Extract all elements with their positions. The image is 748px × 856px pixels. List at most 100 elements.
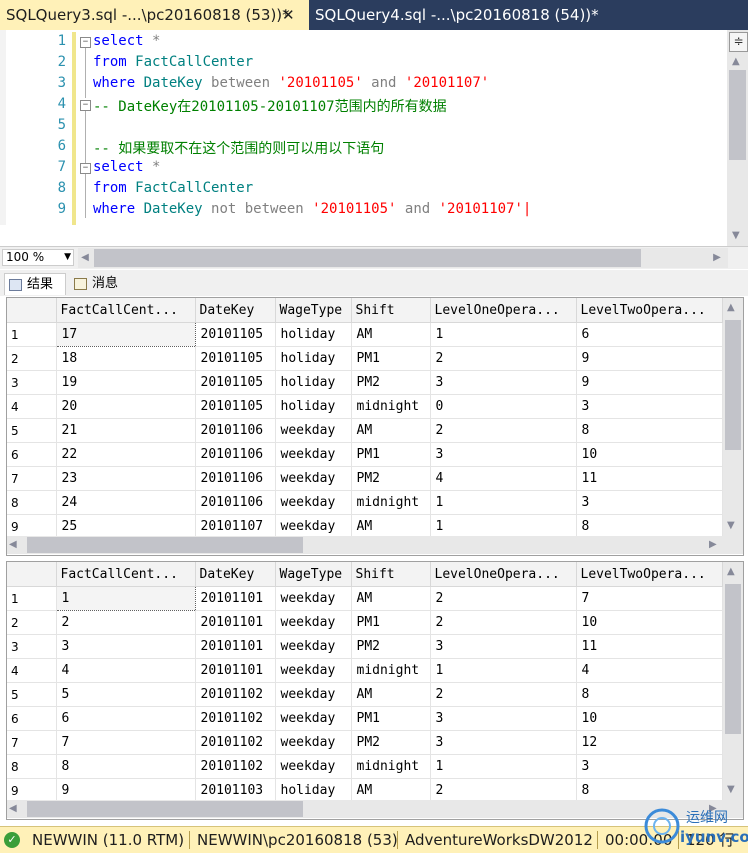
table-cell[interactable]: 17 — [55, 322, 196, 347]
row-number[interactable]: 2 — [7, 346, 57, 371]
table-cell[interactable]: AM — [351, 418, 431, 443]
row-number[interactable]: 6 — [7, 442, 57, 467]
table-cell[interactable]: 20101102 — [195, 706, 276, 731]
table-cell[interactable]: 20101102 — [195, 754, 276, 779]
column-header[interactable]: LevelTwoOpera... — [576, 562, 723, 587]
table-row[interactable]: 9 9 20101103 holiday AM 2 8 — [7, 778, 723, 803]
row-number[interactable]: 8 — [7, 490, 57, 515]
scroll-down-icon[interactable]: ▼ — [732, 230, 740, 241]
grid2-horizontal-scrollbar[interactable]: ◀ ▶ — [7, 800, 743, 818]
table-cell[interactable]: 2 — [430, 586, 577, 611]
table-cell[interactable]: 25 — [56, 514, 196, 539]
table-row[interactable]: 1 17 20101105 holiday AM 1 6 — [7, 322, 723, 347]
row-number-header[interactable] — [7, 298, 57, 323]
scroll-up-icon[interactable]: ▲ — [727, 302, 735, 313]
table-cell[interactable]: 20101105 — [195, 346, 276, 371]
tab-sqlquery3[interactable]: SQLQuery3.sql -...\pc20160818 (53))* ✕ — [0, 0, 309, 30]
table-cell[interactable]: 9 — [576, 370, 723, 395]
row-number[interactable]: 6 — [7, 706, 57, 731]
row-number[interactable]: 5 — [7, 418, 57, 443]
table-cell[interactable]: 7 — [56, 730, 196, 755]
table-cell[interactable]: AM — [351, 586, 431, 611]
table-cell[interactable]: 20101101 — [195, 634, 276, 659]
column-header[interactable]: DateKey — [195, 298, 276, 323]
table-row[interactable]: 5 21 20101106 weekday AM 2 8 — [7, 418, 723, 443]
table-cell[interactable]: PM2 — [351, 370, 431, 395]
column-header[interactable]: LevelOneOpera... — [430, 298, 577, 323]
grid2-scroll-thumb[interactable] — [725, 584, 741, 734]
fold-icon[interactable]: − — [80, 100, 91, 111]
table-cell[interactable]: 20101107 — [195, 514, 276, 539]
fold-icon[interactable]: − — [80, 37, 91, 48]
table-cell[interactable]: 4 — [576, 658, 723, 683]
table-cell[interactable]: 20101105 — [195, 394, 276, 419]
grid1-scroll-thumb[interactable] — [725, 320, 741, 450]
result-grid-2[interactable]: FactCallCent... DateKey WageType Shift L… — [6, 561, 744, 820]
table-cell[interactable]: AM — [351, 322, 431, 347]
table-cell[interactable]: weekday — [275, 466, 352, 491]
row-number[interactable]: 3 — [7, 634, 57, 659]
editor-horizontal-scrollbar[interactable]: ◀ ▶ — [78, 248, 728, 268]
table-cell[interactable]: 1 — [430, 754, 577, 779]
table-cell[interactable]: 7 — [576, 586, 723, 611]
table-cell[interactable]: AM — [351, 514, 431, 539]
table-cell[interactable]: 6 — [576, 322, 723, 347]
row-number[interactable]: 5 — [7, 682, 57, 707]
tab-sqlquery4[interactable]: SQLQuery4.sql -...\pc20160818 (54))* — [309, 0, 748, 30]
table-cell[interactable]: 24 — [56, 490, 196, 515]
table-cell[interactable]: 2 — [430, 418, 577, 443]
table-cell[interactable]: 20101101 — [195, 658, 276, 683]
scroll-down-icon[interactable]: ▼ — [727, 520, 735, 531]
table-cell[interactable]: 4 — [56, 658, 196, 683]
table-cell[interactable]: holiday — [275, 394, 352, 419]
table-row[interactable]: 2 2 20101101 weekday PM1 2 10 — [7, 610, 723, 635]
table-cell[interactable]: holiday — [275, 322, 352, 347]
scroll-left-icon[interactable]: ◀ — [9, 803, 17, 814]
table-cell[interactable]: AM — [351, 778, 431, 803]
column-header[interactable]: Shift — [351, 298, 431, 323]
table-cell[interactable]: 2 — [430, 682, 577, 707]
table-cell[interactable]: 12 — [576, 730, 723, 755]
scroll-right-icon[interactable]: ▶ — [710, 252, 724, 263]
table-cell[interactable]: 1 — [430, 322, 577, 347]
table-cell[interactable]: 3 — [576, 394, 723, 419]
table-row[interactable]: 1 1 20101101 weekday AM 2 7 — [7, 586, 723, 611]
close-icon[interactable]: ✕ — [282, 0, 295, 30]
table-cell[interactable]: weekday — [275, 418, 352, 443]
table-cell[interactable]: 3 — [430, 370, 577, 395]
table-cell[interactable]: 3 — [430, 706, 577, 731]
scroll-down-icon[interactable]: ▼ — [727, 784, 735, 795]
table-cell[interactable]: midnight — [351, 754, 431, 779]
column-header[interactable]: FactCallCent... — [56, 298, 196, 323]
row-number[interactable]: 8 — [7, 754, 57, 779]
table-cell[interactable]: holiday — [275, 370, 352, 395]
table-cell[interactable]: holiday — [275, 778, 352, 803]
table-cell[interactable]: 11 — [576, 466, 723, 491]
column-header[interactable]: LevelTwoOpera... — [576, 298, 723, 323]
table-cell[interactable]: 3 — [576, 490, 723, 515]
scroll-up-icon[interactable]: ▲ — [727, 566, 735, 577]
table-cell[interactable]: 9 — [56, 778, 196, 803]
table-cell[interactable]: 1 — [430, 658, 577, 683]
tab-results[interactable]: 结果 — [4, 273, 66, 295]
table-cell[interactable]: PM2 — [351, 634, 431, 659]
table-cell[interactable]: 2 — [430, 346, 577, 371]
result-grid-1[interactable]: FactCallCent... DateKey WageType Shift L… — [6, 297, 744, 556]
table-cell[interactable]: weekday — [275, 682, 352, 707]
table-cell[interactable]: weekday — [275, 730, 352, 755]
scroll-left-icon[interactable]: ◀ — [9, 539, 17, 550]
table-cell[interactable]: 3 — [430, 730, 577, 755]
grid2-vertical-scrollbar[interactable]: ▲ ▼ — [723, 562, 743, 800]
table-cell[interactable]: 3 — [576, 754, 723, 779]
row-number[interactable]: 1 — [7, 322, 57, 347]
table-cell[interactable]: 9 — [576, 346, 723, 371]
table-cell[interactable]: midnight — [351, 394, 431, 419]
editor-scroll-thumb[interactable] — [729, 70, 746, 160]
table-cell[interactable]: 1 — [55, 586, 196, 611]
row-number[interactable]: 2 — [7, 610, 57, 635]
table-cell[interactable]: 20 — [56, 394, 196, 419]
scroll-right-icon[interactable]: ▶ — [709, 539, 717, 550]
table-cell[interactable]: weekday — [275, 514, 352, 539]
row-number[interactable]: 4 — [7, 658, 57, 683]
column-header[interactable]: WageType — [275, 298, 352, 323]
